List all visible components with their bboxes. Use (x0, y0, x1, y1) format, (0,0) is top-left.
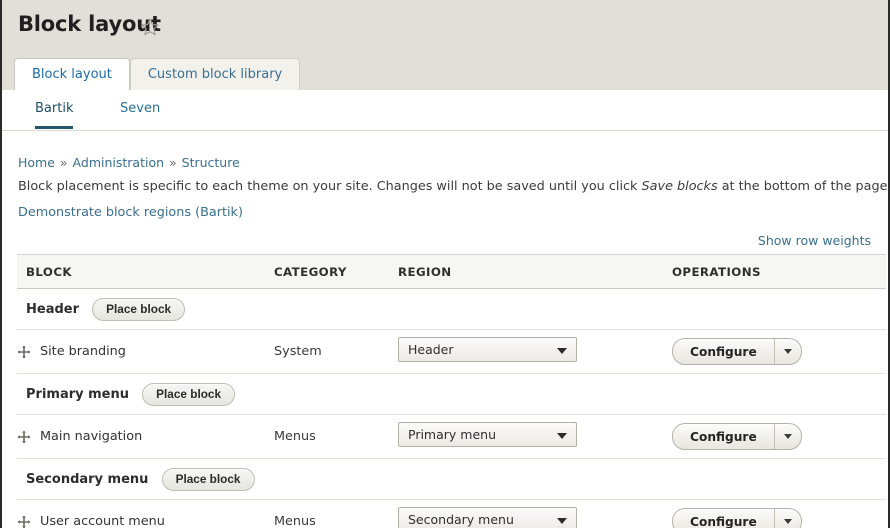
block-name: Site branding (40, 344, 126, 359)
tab-custom-block-library[interactable]: Custom block library (129, 58, 301, 90)
region-title: Secondary menu (26, 472, 149, 487)
chevron-down-icon (783, 434, 792, 439)
region-cell: Secondary menu Place block (17, 458, 886, 500)
breadcrumb-separator: » (59, 155, 68, 170)
category-cell: Menus (274, 414, 398, 459)
tab-block-layout[interactable]: Block layout (14, 58, 130, 91)
theme-tab-bar: Bartik Seven (2, 90, 888, 131)
table-header-row: BLOCK CATEGORY REGION OPERATIONS (17, 254, 886, 289)
region-select-value: Header (408, 342, 454, 357)
category-cell: Menus (274, 499, 398, 528)
chevron-down-icon (557, 348, 567, 354)
block-cell: Site branding (17, 329, 274, 374)
category-cell: System (274, 329, 398, 374)
drag-move-icon[interactable] (17, 344, 31, 359)
region-row: Primary menu Place block (17, 373, 886, 415)
table-body: Header Place block Site branding System … (17, 288, 886, 528)
help-text-after: at the bottom of the page. (717, 179, 890, 194)
table-head: BLOCK CATEGORY REGION OPERATIONS (17, 254, 886, 289)
breadcrumb: Home » Administration » Structure (18, 155, 240, 170)
block-layout-table: BLOCK CATEGORY REGION OPERATIONS Header … (17, 254, 886, 528)
region-select-value: Primary menu (408, 427, 496, 442)
page-frame: Block layout Block layout Custom block l… (0, 0, 890, 528)
region-row: Header Place block (17, 288, 886, 330)
operations-button-group[interactable]: Configure (672, 423, 802, 450)
column-header-operations: OPERATIONS (672, 254, 886, 289)
block-name: User account menu (40, 514, 165, 528)
breadcrumb-item-structure[interactable]: Structure (182, 155, 240, 170)
block-name: Main navigation (40, 429, 143, 444)
breadcrumb-item-administration[interactable]: Administration (73, 155, 164, 170)
primary-tab-bar: Block layout Custom block library (14, 58, 301, 91)
block-cell: User account menu (17, 499, 274, 528)
chevron-down-icon (783, 349, 792, 354)
region-cell: Primary menu Place block (17, 373, 886, 415)
region-select-value: Secondary menu (408, 512, 514, 527)
table-row: User account menu Menus Secondary menu C… (17, 499, 886, 528)
region-title: Primary menu (26, 387, 129, 402)
column-header-block: BLOCK (17, 254, 274, 289)
help-text-before: Block placement is specific to each them… (18, 179, 642, 194)
content-area: Bartik Seven Home » Administration » Str… (2, 90, 890, 528)
chevron-down-icon (557, 433, 567, 439)
region-select[interactable]: Secondary menu (398, 507, 577, 528)
operations-cell: Configure (672, 499, 886, 528)
region-select[interactable]: Header (398, 337, 577, 362)
region-select-cell: Primary menu (398, 414, 672, 459)
configure-button[interactable]: Configure (673, 339, 774, 364)
page-titlebar: Block layout (2, 0, 888, 55)
chevron-down-icon (783, 519, 792, 524)
help-text-emphasis: Save blocks (641, 179, 718, 194)
region-select-cell: Header (398, 329, 672, 374)
region-title: Header (26, 302, 80, 317)
operations-cell: Configure (672, 329, 886, 374)
help-text: Block placement is specific to each them… (18, 179, 890, 194)
place-block-button[interactable]: Place block (92, 298, 186, 321)
operations-button-group[interactable]: Configure (672, 338, 802, 365)
chevron-down-icon (557, 518, 567, 524)
theme-tab-bartik[interactable]: Bartik (35, 101, 74, 129)
region-row: Secondary menu Place block (17, 458, 886, 500)
table-row: Site branding System Header Configure (17, 329, 886, 374)
region-select-cell: Secondary menu (398, 499, 672, 528)
operations-dropdown-toggle[interactable] (773, 339, 801, 364)
theme-tab-seven[interactable]: Seven (120, 101, 160, 126)
breadcrumb-item-home[interactable]: Home (18, 155, 55, 170)
block-cell: Main navigation (17, 414, 274, 459)
operations-dropdown-toggle[interactable] (773, 509, 801, 528)
place-block-button[interactable]: Place block (161, 468, 255, 491)
tab-custom-block-library-label: Custom block library (147, 67, 283, 82)
configure-button[interactable]: Configure (673, 424, 774, 449)
tab-block-layout-label: Block layout (32, 67, 112, 82)
drag-move-icon[interactable] (17, 514, 31, 528)
column-header-category: CATEGORY (274, 254, 398, 289)
screenshot-root: Block layout Block layout Custom block l… (0, 0, 890, 528)
operations-button-group[interactable]: Configure (672, 508, 802, 528)
place-block-button[interactable]: Place block (142, 383, 236, 406)
column-header-region: REGION (398, 254, 672, 289)
configure-button[interactable]: Configure (673, 509, 774, 528)
operations-dropdown-toggle[interactable] (773, 424, 801, 449)
star-outline-icon[interactable] (140, 17, 160, 37)
operations-cell: Configure (672, 414, 886, 459)
region-select[interactable]: Primary menu (398, 422, 577, 447)
region-cell: Header Place block (17, 288, 886, 330)
show-row-weights-link[interactable]: Show row weights (758, 233, 871, 248)
demonstrate-block-regions-link[interactable]: Demonstrate block regions (Bartik) (18, 205, 243, 220)
table-row: Main navigation Menus Primary menu Confi… (17, 414, 886, 459)
drag-move-icon[interactable] (17, 429, 31, 444)
breadcrumb-separator: » (169, 155, 177, 170)
